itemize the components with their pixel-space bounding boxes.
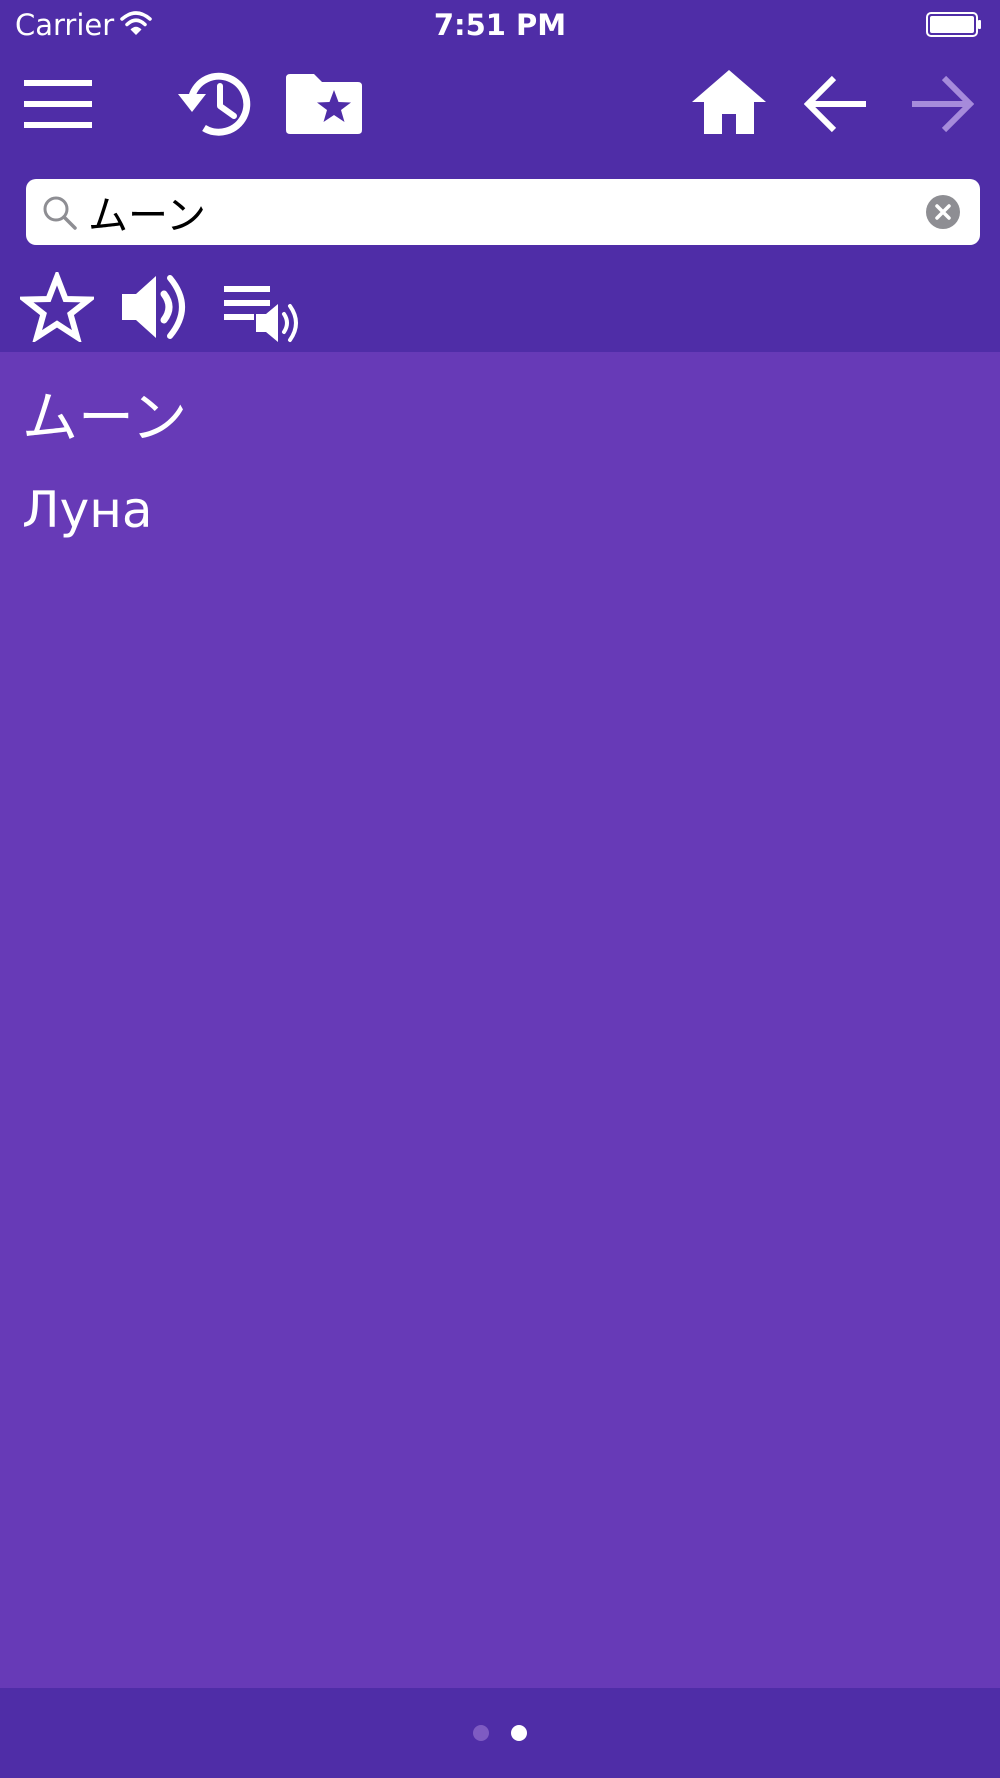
menu-icon <box>24 80 92 128</box>
back-button[interactable] <box>804 74 868 134</box>
favorites-button[interactable] <box>286 74 362 134</box>
status-time: 7:51 PM <box>433 8 567 42</box>
history-icon <box>178 72 251 136</box>
favorite-button[interactable] <box>20 272 94 342</box>
forward-arrow-icon <box>912 75 974 133</box>
menu-button[interactable] <box>24 80 92 128</box>
clear-search-icon[interactable] <box>926 195 960 229</box>
speak-button[interactable] <box>122 272 196 342</box>
home-button[interactable] <box>692 70 766 134</box>
result-term: ムーン <box>22 386 188 451</box>
speak-list-button[interactable] <box>224 284 302 346</box>
history-button[interactable] <box>176 68 256 140</box>
back-arrow-icon <box>804 75 866 133</box>
speak-list-icon <box>224 286 298 342</box>
status-bar: Carrier 7:51 PM <box>0 0 1000 50</box>
page-dot-2[interactable] <box>511 1725 527 1741</box>
battery-icon <box>926 12 981 37</box>
star-icon <box>20 272 94 342</box>
search-input[interactable] <box>88 183 928 241</box>
result-translation: Луна <box>22 481 153 539</box>
speaker-icon <box>122 275 185 339</box>
bottom-bar <box>0 1688 1000 1778</box>
home-icon <box>692 70 766 134</box>
favorites-folder-icon <box>286 74 362 134</box>
search-icon <box>43 196 77 230</box>
search-bar[interactable] <box>26 179 980 245</box>
forward-button[interactable] <box>910 74 974 134</box>
page-dot-1[interactable] <box>473 1725 489 1741</box>
